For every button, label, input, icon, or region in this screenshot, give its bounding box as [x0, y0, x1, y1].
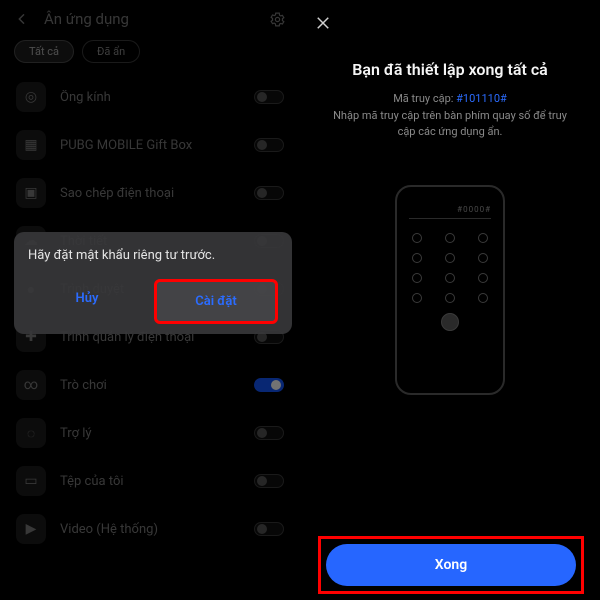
close-icon[interactable] — [314, 14, 586, 32]
keypad-dot — [478, 233, 488, 243]
access-code-label: Mã truy cập: — [393, 92, 456, 105]
keypad-dot — [412, 273, 422, 283]
keypad-dot — [478, 253, 488, 263]
keypad-dot — [412, 253, 422, 263]
settings-button[interactable]: Cài đặt — [154, 279, 278, 324]
setup-sub: Mã truy cập: #101110# Nhập mã truy cập t… — [300, 91, 600, 141]
cancel-button[interactable]: Hủy — [28, 279, 146, 324]
keypad-dot — [478, 273, 488, 283]
phone-illustration: #0000# — [395, 185, 505, 395]
keypad-call-icon — [441, 313, 459, 331]
phone-code-display: #0000# — [409, 205, 491, 219]
keypad-dot — [445, 273, 455, 283]
access-code-hint: Nhập mã truy cập trên bàn phím quay số đ… — [333, 109, 567, 139]
keypad-dot — [412, 233, 422, 243]
keypad-dot — [445, 253, 455, 263]
setup-complete-heading: Bạn đã thiết lập xong tất cả — [300, 60, 600, 79]
modal-message: Hãy đặt mật khẩu riêng tư trước. — [28, 248, 278, 263]
keypad-dot — [445, 293, 455, 303]
done-button[interactable]: Xong — [326, 544, 576, 586]
privacy-modal: Hãy đặt mật khẩu riêng tư trước. Hủy Cài… — [14, 232, 292, 334]
keypad-dot — [445, 233, 455, 243]
keypad-dot — [412, 293, 422, 303]
keypad-dot — [478, 293, 488, 303]
access-code: #101110# — [456, 92, 507, 105]
